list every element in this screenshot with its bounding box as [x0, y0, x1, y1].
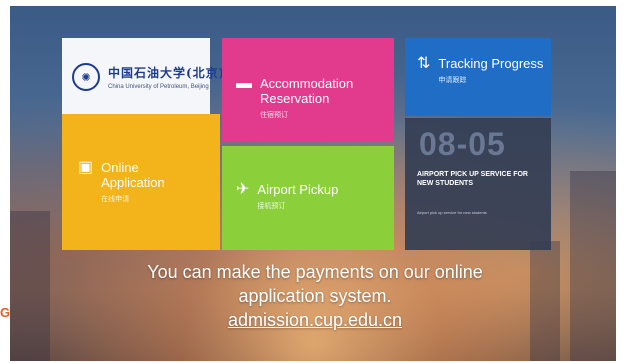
online-application-tile[interactable]: ▣ Online Application 在线申请 [62, 114, 220, 250]
tracking-title: Tracking Progress [438, 56, 544, 71]
caption-line-1: You can make the payments on our online [147, 262, 483, 282]
airport-pickup-subtitle: 接机预订 [257, 203, 286, 210]
tracking-progress-tile[interactable]: ⇅ Tracking Progress 申请跟踪 [405, 38, 551, 116]
airport-pickup-title: Airport Pickup [257, 182, 339, 197]
university-name-cn: 中国石油大学(北京) [108, 66, 226, 80]
accommodation-subtitle: 住宿预订 [260, 112, 288, 119]
caption-line-2: application system. [238, 286, 392, 306]
skyline-building [10, 211, 50, 361]
airport-pickup-tile[interactable]: ✈ Airport Pickup 接机预订 [222, 146, 394, 250]
admission-link[interactable]: admission.cup.edu.cn [228, 310, 402, 330]
accommodation-title: Accommodation Reservation [260, 76, 354, 106]
notice-title: AIRPORT PICK UP SERVICE FOR NEW STUDENTS [417, 171, 528, 187]
notice-subtitle: Airport pick up service for new students [417, 210, 487, 215]
sort-lines-icon: ⇅ [417, 55, 431, 72]
edge-letter: G [0, 305, 11, 320]
bed-icon: ▬ [236, 75, 252, 92]
skyline-building [570, 171, 616, 361]
university-name-en: China University of Petroleum, Beijing [108, 84, 209, 90]
online-application-subtitle: 在线申请 [101, 196, 130, 203]
payment-caption: You can make the payments on our online … [60, 260, 570, 332]
university-seal-icon: ✺ [72, 63, 100, 91]
airplane-icon: ✈ [236, 181, 250, 198]
university-logo-text: 中国石油大学(北京) China University of Petroleum… [108, 64, 225, 90]
tracking-subtitle: 申请跟踪 [438, 77, 467, 84]
application-icon: ▣ [78, 159, 94, 176]
accommodation-reservation-tile[interactable]: ▬ Accommodation Reservation 住宿预订 [222, 38, 394, 142]
university-logo-tile[interactable]: ✺ 中国石油大学(北京) China University of Petrole… [62, 38, 224, 116]
notice-date: 08-05 [419, 126, 506, 162]
online-application-title: Online Application [101, 160, 165, 190]
news-notice-tile[interactable]: 08-05 AIRPORT PICK UP SERVICE FOR NEW ST… [405, 118, 551, 250]
